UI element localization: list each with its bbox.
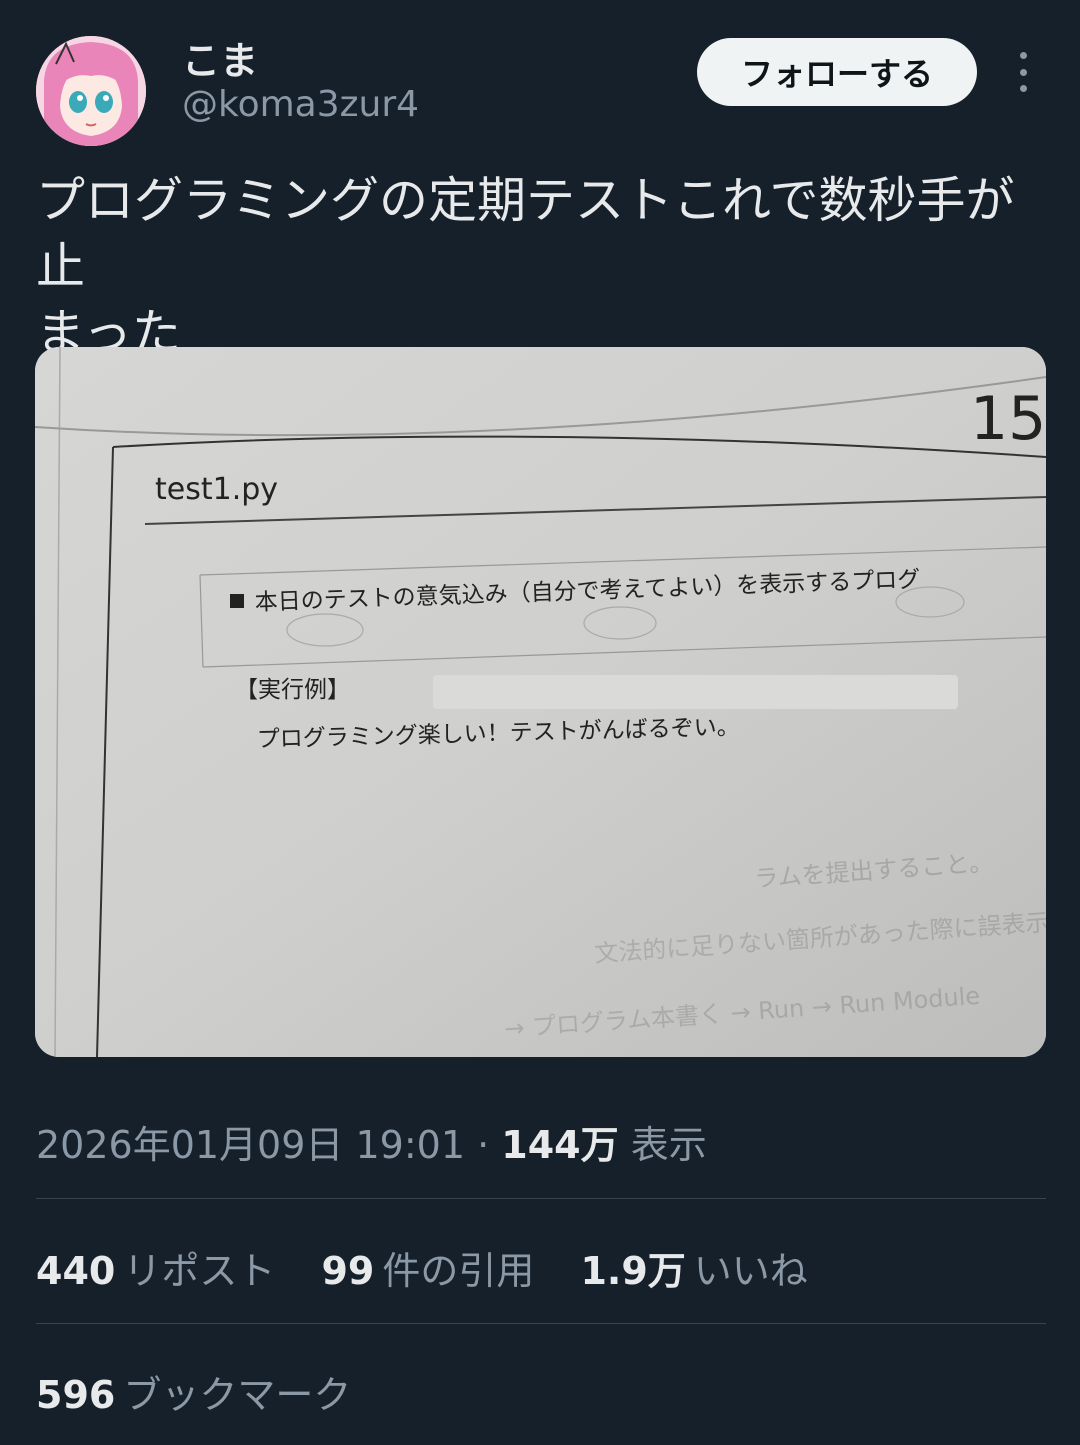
tweet-photo[interactable]: ラムを提出すること。 文法的に足りない箇所があった際に誤表示となる。 → プログ… [35,347,1046,1057]
reposts-stat[interactable]: 440 リポスト [36,1249,275,1293]
user-handle[interactable]: @koma3zur4 [182,84,419,125]
views-label: 表示 [630,1123,707,1167]
photo-example-label: 【実行例】 [235,677,350,703]
meta-separator: · [477,1123,490,1167]
more-options-icon[interactable] [1010,52,1036,92]
follow-button[interactable]: フォローする [697,38,977,106]
timestamp[interactable]: 2026年01月09日 19:01 [36,1123,465,1167]
bookmarks-label: ブックマーク [123,1373,352,1417]
views-count: 144万 [501,1123,619,1167]
likes-stat[interactable]: 1.9万 いいね [580,1249,807,1293]
divider [36,1198,1046,1199]
bookmarks-count: 596 [36,1373,116,1417]
tweet-meta: 2026年01月09日 19:01 · 144万 表示 [36,1114,707,1169]
photo-test-paper: ラムを提出すること。 文法的に足りない箇所があった際に誤表示となる。 → プログ… [35,347,1046,1057]
divider [36,1323,1046,1324]
tweet-text: プログラミングの定期テストこれで数秒手が止 まった [36,172,1015,361]
quotes-stat[interactable]: 99 件の引用 [321,1249,534,1293]
photo-bullet-square [230,594,244,608]
avatar[interactable] [36,36,146,146]
display-name[interactable]: こま [182,30,258,85]
avatar-image [36,36,146,146]
photo-filename: test1.py [155,472,278,507]
photo-page-number: 15 [970,384,1046,454]
engagement-stats: 440 リポスト 99 件の引用 1.9万 いいね [36,1240,842,1295]
bookmarks-stat[interactable]: 596 ブックマーク [36,1364,351,1419]
